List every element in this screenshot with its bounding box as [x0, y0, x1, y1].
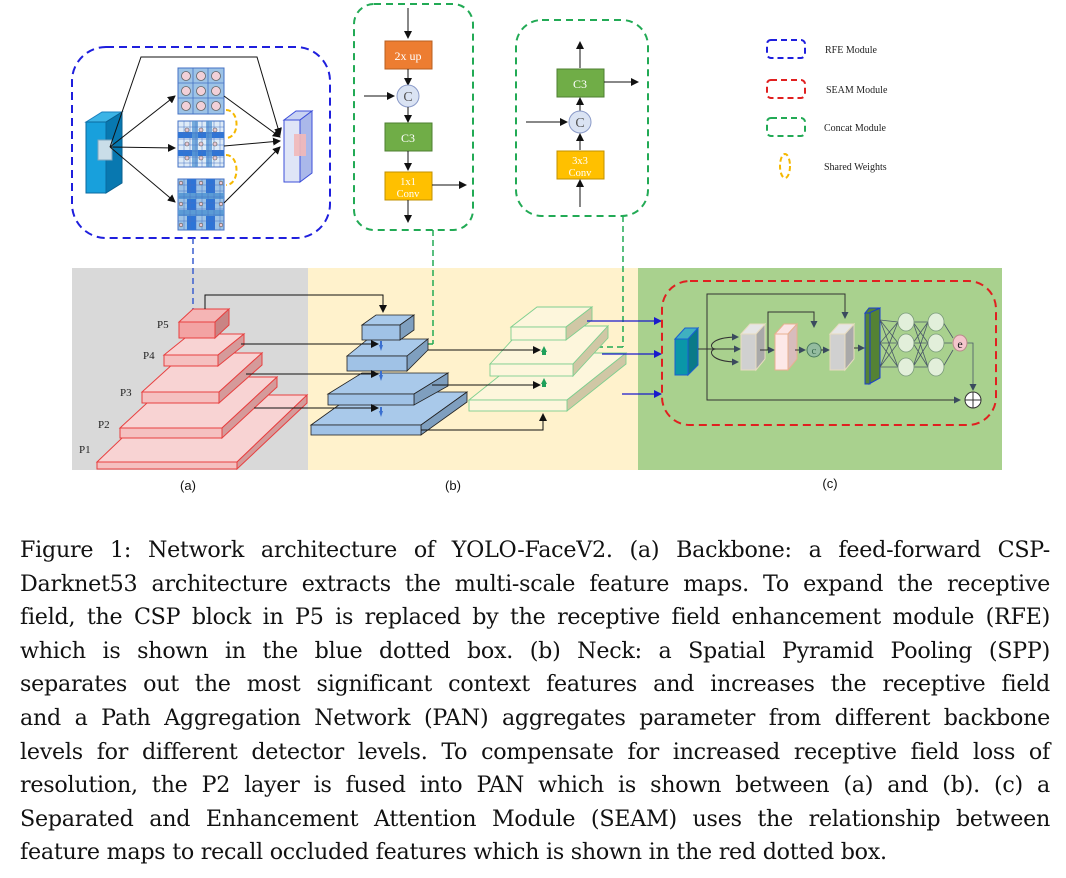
caption-line: Darknet53 architecture extracts the mult… [20, 570, 1050, 597]
fc-node [897, 333, 915, 353]
add-node [964, 391, 982, 409]
dilated-conv-grid-1 [177, 67, 225, 115]
pan-concat-symbol: C [575, 116, 584, 131]
level-label-p4: P4 [143, 350, 155, 362]
fc-node [897, 312, 915, 332]
dilated-conv-grid-2 [177, 120, 225, 168]
level-label-p3: P3 [120, 387, 132, 399]
pan-concat-module: C3 C 3x3 Conv [515, 19, 649, 217]
seam-concat-symbol: c [812, 345, 817, 357]
dilated-conv-grid-3 [177, 178, 225, 231]
pan-c3-label: C3 [573, 77, 587, 91]
fc-node [897, 357, 915, 377]
neck-concat-module: 2x up C C3 1x1 Conv [353, 3, 474, 231]
caption-line: which is shown in the blue dotted box. (… [20, 637, 1050, 664]
shared-weights-arc-2 [225, 154, 238, 186]
rfe-output-feature-map [282, 110, 314, 183]
legend-seam-label: SEAM Module [826, 85, 888, 96]
fc-node [927, 312, 945, 332]
concat-symbol: C [403, 90, 412, 105]
legend: RFE Module SEAM Module Concat Module Sha… [766, 39, 888, 179]
exp-symbol: e [957, 337, 962, 351]
caption-line: and a Path Aggregation Network (PAN) agg… [20, 704, 1050, 731]
figure-caption: Figure 1: Network architecture of YOLO-F… [20, 534, 1050, 870]
level-label-p5: P5 [157, 319, 169, 331]
legend-shared-weights-label: Shared Weights [824, 162, 887, 173]
legend-concat-swatch [766, 117, 806, 137]
legend-concat-label: Concat Module [824, 123, 886, 134]
fc-node [927, 357, 945, 377]
fc-node [927, 333, 945, 353]
upsample-label: 2x up [395, 49, 422, 63]
level-label-p1: P1 [79, 444, 91, 456]
level-label-p2: P2 [98, 419, 110, 431]
architecture-figure: 2x up C C3 1x1 Conv C3 C 3x3 Conv RFE Modu [0, 0, 1066, 510]
c3-label: C3 [401, 131, 415, 145]
legend-rfe-swatch [766, 39, 806, 59]
legend-seam-swatch [766, 79, 806, 99]
caption-line: resolution, the P2 layer is fused into P… [20, 772, 1050, 799]
panel-label-a: (a) [180, 478, 196, 493]
rfe-module [71, 46, 331, 239]
caption-line: levels for different detector levels. To… [20, 738, 1050, 765]
caption-line: separates out the most significant conte… [20, 671, 1050, 698]
shared-weights-arc-1 [225, 109, 238, 139]
legend-shared-weights-swatch [779, 153, 791, 179]
panel-label-b: (b) [445, 478, 461, 493]
caption-line: Separated and Enhancement Attention Modu… [20, 805, 1050, 832]
panel-label-c: (c) [822, 476, 837, 491]
caption-line: field, the CSP block in P5 is replaced b… [20, 604, 1050, 631]
legend-rfe-label: RFE Module [825, 45, 878, 56]
caption-line: feature maps to recall occluded features… [20, 839, 887, 866]
caption-line: Figure 1: Network architecture of YOLO-F… [20, 537, 1050, 563]
